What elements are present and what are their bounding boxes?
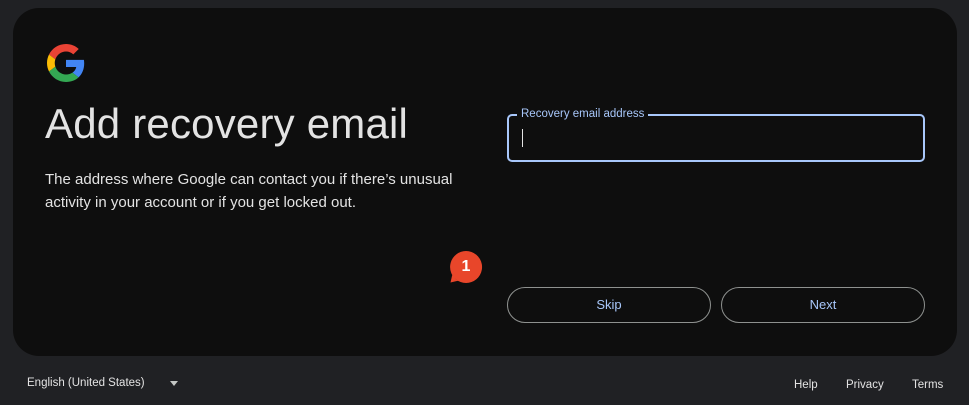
page-title: Add recovery email: [45, 100, 409, 147]
page: Add recovery email The address where Goo…: [0, 0, 969, 405]
recovery-email-input[interactable]: [521, 124, 911, 152]
page-description: The address where Google can contact you…: [45, 171, 453, 211]
chevron-down-icon[interactable]: [170, 381, 178, 386]
privacy-link[interactable]: Privacy: [846, 379, 884, 391]
skip-button[interactable]: Skip: [507, 287, 711, 323]
signin-card: Add recovery email The address where Goo…: [13, 8, 957, 356]
terms-link[interactable]: Terms: [912, 379, 943, 391]
next-button[interactable]: Next: [721, 287, 925, 323]
language-selector[interactable]: English (United States): [27, 377, 145, 389]
recovery-email-field[interactable]: Recovery email address: [507, 107, 925, 162]
recovery-email-label: Recovery email address: [517, 107, 649, 121]
step-marker-number: 1: [461, 258, 471, 275]
footer: English (United States) Help Privacy Ter…: [0, 370, 969, 400]
text-cursor: [522, 129, 523, 147]
google-logo-icon: [47, 44, 85, 82]
help-link[interactable]: Help: [794, 379, 818, 391]
